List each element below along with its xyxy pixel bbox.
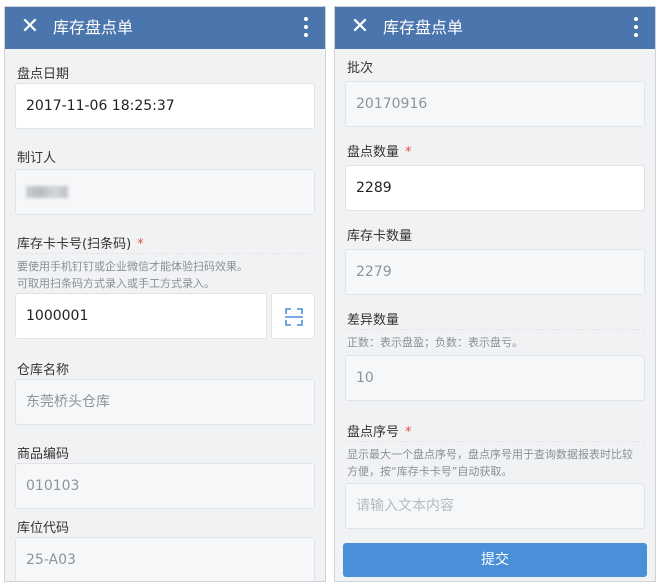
- divider: [15, 253, 315, 254]
- sequence-number-label: 盘点序号 *: [347, 421, 412, 440]
- phone-screen-right: ✕ 库存盘点单 批次 20170916 盘点数量 * 2289 库存卡数量 227…: [334, 6, 656, 582]
- maker-field: [15, 169, 315, 215]
- divider: [345, 441, 645, 442]
- page-title: 库存盘点单: [53, 18, 134, 37]
- card-quantity-label: 库存卡数量: [347, 229, 413, 244]
- count-quantity-input[interactable]: 2289: [345, 165, 645, 211]
- blurred-name: [26, 186, 68, 198]
- location-code-field: 25-A03: [15, 537, 315, 581]
- maker-label: 制订人: [17, 151, 57, 166]
- title-bar: ✕ 库存盘点单: [335, 7, 655, 49]
- date-label: 盘点日期: [17, 67, 70, 82]
- card-number-label-text: 库存卡卡号(扫条码): [17, 237, 132, 252]
- required-mark: *: [405, 425, 412, 440]
- divider: [345, 329, 645, 330]
- scan-button[interactable]: [271, 293, 315, 339]
- required-mark: *: [137, 237, 144, 252]
- sequence-number-label-text: 盘点序号: [347, 425, 400, 440]
- card-number-hint-2: 可取用扫条码方式录入或手工方式录入。: [17, 277, 215, 290]
- batch-label: 批次: [347, 61, 374, 76]
- count-quantity-label-text: 盘点数量: [347, 145, 400, 160]
- location-code-label: 库位代码: [17, 521, 70, 536]
- card-quantity-field: 2279: [345, 249, 645, 295]
- sequence-number-input[interactable]: 请输入文本内容: [345, 483, 645, 529]
- difference-quantity-field: 10: [345, 355, 645, 401]
- warehouse-label: 仓库名称: [17, 363, 70, 378]
- more-vertical-icon[interactable]: [301, 17, 311, 39]
- card-number-input[interactable]: 1000001: [15, 293, 267, 339]
- difference-quantity-label: 差异数量: [347, 313, 400, 328]
- close-icon[interactable]: ✕: [19, 16, 41, 38]
- phone-screen-left: ✕ 库存盘点单 盘点日期 2017-11-06 18:25:37 制订人 库存卡…: [4, 6, 326, 582]
- required-mark: *: [405, 145, 412, 160]
- product-code-field: 010103: [15, 463, 315, 509]
- more-vertical-icon[interactable]: [631, 17, 641, 39]
- difference-quantity-hint: 正数：表示盘盈；负数：表示盘亏。: [347, 336, 523, 349]
- warehouse-field: 东莞桥头仓库: [15, 379, 315, 425]
- scan-icon: [285, 308, 303, 326]
- sequence-number-hint-1: 显示最大一个盘点序号，盘点序号用于查询数据报表时比较: [347, 448, 633, 461]
- submit-button[interactable]: 提交: [343, 543, 647, 577]
- count-quantity-label: 盘点数量 *: [347, 141, 412, 160]
- title-bar: ✕ 库存盘点单: [5, 7, 325, 49]
- batch-field: 20170916: [345, 81, 645, 127]
- sequence-number-hint-2: 方便，按“库存卡卡号”自动获取。: [347, 465, 513, 478]
- card-number-label: 库存卡卡号(扫条码) *: [17, 233, 144, 252]
- card-number-hint-1: 要使用手机钉钉或企业微信才能体验扫码效果。: [17, 260, 248, 273]
- product-code-label: 商品编码: [17, 447, 70, 462]
- close-icon[interactable]: ✕: [349, 16, 371, 38]
- date-field[interactable]: 2017-11-06 18:25:37: [15, 83, 315, 129]
- page-title: 库存盘点单: [383, 18, 464, 37]
